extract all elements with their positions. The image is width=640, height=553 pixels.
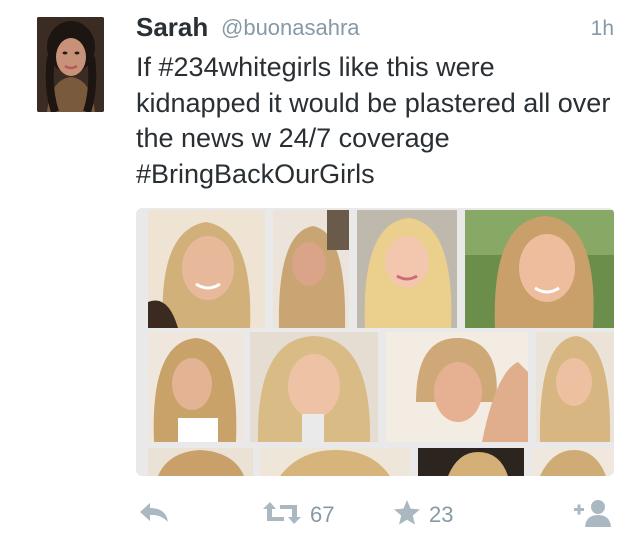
collage-photo [260, 448, 410, 476]
favorite-button[interactable]: 23 [393, 495, 453, 535]
retweet-icon [262, 500, 302, 531]
tweet-timestamp[interactable]: 1h [591, 17, 614, 41]
collage-photo [273, 210, 349, 328]
collage-photo [532, 448, 614, 476]
collage-photo [418, 448, 524, 476]
collage-photo [148, 332, 243, 442]
hashtag-bringbackourgirls[interactable]: #BringBackOurGirls [136, 159, 375, 189]
collage-photo [250, 332, 378, 442]
collage-photo [465, 210, 614, 328]
retweet-count: 67 [310, 502, 335, 527]
tweet-actions: 67 23 [0, 495, 640, 535]
retweet-button[interactable]: 67 [262, 495, 334, 535]
avatar[interactable] [37, 17, 104, 112]
favorite-count: 23 [429, 502, 454, 527]
hashtag-234whitegirls[interactable]: #234whitegirls [159, 52, 332, 82]
collage-photo [148, 210, 265, 328]
collage-photo [536, 332, 614, 442]
follow-button[interactable] [572, 495, 612, 535]
reply-icon [138, 500, 170, 531]
author-name[interactable]: Sarah [136, 12, 208, 43]
collage-photo [148, 448, 253, 476]
follow-icon [572, 498, 612, 533]
collage-photo [357, 210, 457, 328]
collage-photo [386, 332, 528, 442]
author-handle[interactable]: @buonasahra [221, 15, 360, 41]
tweet-media-collage[interactable] [136, 208, 614, 476]
tweet-text: If #234whitegirls like this were kidnapp… [136, 50, 616, 192]
reply-button[interactable] [138, 495, 170, 535]
tweet-text-segment: If [136, 52, 159, 82]
star-icon [393, 499, 421, 531]
